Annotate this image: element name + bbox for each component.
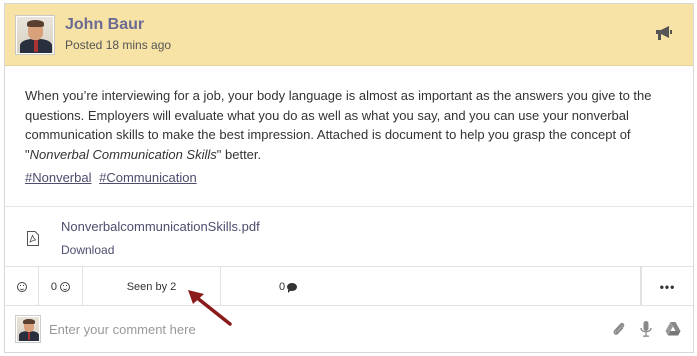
author-avatar[interactable] <box>15 15 55 55</box>
google-drive-icon[interactable] <box>665 320 681 338</box>
comments-button[interactable]: 0 <box>221 267 641 306</box>
post-timestamp: Posted 18 mins ago <box>65 38 172 52</box>
post-action-bar: 0 Seen by 2 0 ••• <box>5 266 693 306</box>
comment-input[interactable] <box>49 319 569 339</box>
post-header: John Baur Posted 18 mins ago <box>5 4 693 66</box>
attachment: NonverbalcommunicationSkills.pdf Downloa… <box>5 206 693 266</box>
download-link[interactable]: Download <box>61 243 114 257</box>
pdf-file-icon <box>27 231 39 246</box>
comment-bubble-icon <box>287 282 298 293</box>
post-body-text-end: " better. <box>216 146 262 162</box>
author-name[interactable]: John Baur <box>65 16 144 34</box>
hashtag-link[interactable]: #Communication <box>99 170 197 185</box>
add-reaction-button[interactable] <box>5 267 39 306</box>
paperclip-icon[interactable] <box>611 320 627 338</box>
post-body-emphasis: Nonverbal Communication Skills <box>29 146 217 162</box>
hashtag-list: #Nonverbal #Communication <box>25 170 201 185</box>
post-card: John Baur Posted 18 mins ago When you’re… <box>4 3 694 353</box>
microphone-icon[interactable] <box>638 320 654 338</box>
seen-by-label: Seen by 2 <box>126 280 177 293</box>
smiley-icon <box>16 281 27 292</box>
post-body: When you’re interviewing for a job, your… <box>25 86 675 164</box>
attachment-file-name[interactable]: NonverbalcommunicationSkills.pdf <box>61 219 260 234</box>
more-options-button[interactable]: ••• <box>641 267 693 306</box>
seen-by-button[interactable]: Seen by 2 <box>83 267 221 306</box>
more-dots-icon: ••• <box>659 279 676 294</box>
current-user-avatar <box>15 315 41 343</box>
smiley-icon <box>60 281 71 292</box>
comment-count: 0 <box>279 280 286 293</box>
megaphone-icon[interactable] <box>655 25 673 41</box>
reaction-count-button[interactable]: 0 <box>39 267 83 306</box>
reaction-count: 0 <box>50 280 58 293</box>
hashtag-link[interactable]: #Nonverbal <box>25 170 92 185</box>
comment-composer <box>5 307 693 352</box>
